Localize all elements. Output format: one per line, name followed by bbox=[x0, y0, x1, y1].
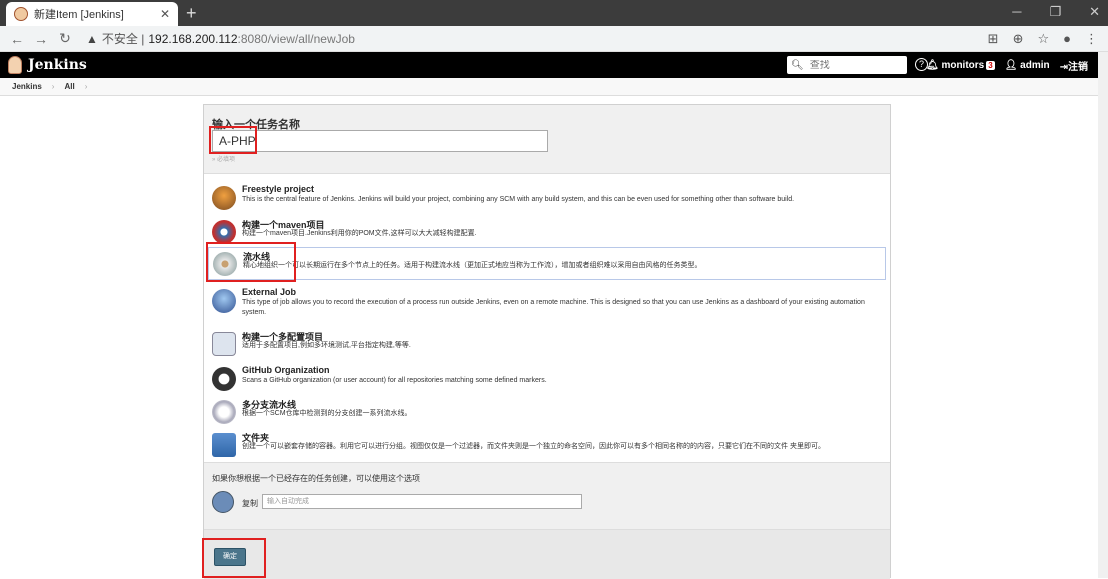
insecure-label: 不安全 | bbox=[101, 32, 145, 46]
search-box[interactable]: 🔍︎ bbox=[787, 56, 907, 74]
item-desc: This is the central feature of Jenkins. … bbox=[242, 196, 795, 203]
user-name: admin bbox=[1020, 60, 1050, 71]
breadcrumb: Jenkins › All › bbox=[0, 78, 1108, 96]
item-title: External Job bbox=[242, 287, 297, 297]
url-path: :8080/view/all/newJob bbox=[237, 31, 355, 46]
bookmark-star-icon[interactable]: ☆ bbox=[1037, 31, 1049, 47]
translate-icon[interactable]: ⊞ bbox=[988, 31, 999, 47]
item-desc: 构建一个maven项目.Jenkins利用你的POM文件,这样可以大大减轻构建配… bbox=[242, 230, 477, 237]
browser-tab-bar: 新建Item [Jenkins] ✕ + ─ ❐ ✕ bbox=[0, 0, 1108, 26]
breadcrumb-all[interactable]: All bbox=[64, 82, 74, 91]
address-bar: ← → ↻ ▲ 不安全 | 192.168.200.112 :8080/view… bbox=[0, 26, 1108, 52]
tab-close-icon[interactable]: ✕ bbox=[160, 7, 170, 21]
close-window-icon[interactable]: ✕ bbox=[1089, 4, 1100, 20]
page-scrollbar[interactable] bbox=[1098, 52, 1108, 578]
job-type-freestyle[interactable]: Freestyle project This is the central fe… bbox=[208, 182, 886, 214]
jenkins-header: Jenkins 🔍︎ ? 🔔︎ monitors3 👤︎ admin ⇥注销 bbox=[0, 52, 1108, 78]
item-desc: This type of job allows you to record th… bbox=[242, 299, 865, 316]
logout-icon: ⇥ bbox=[1059, 62, 1068, 73]
copy-hint: 如果你想根据一个已经存在的任务创建，可以使用这个选项 bbox=[212, 474, 420, 483]
highlight-box-ok bbox=[202, 538, 266, 578]
address-bar-actions: ⊞ ⊕ ☆ ● ⋮ bbox=[988, 31, 1098, 47]
breadcrumb-separator: › bbox=[84, 82, 88, 91]
job-type-external[interactable]: External Job This type of job allows you… bbox=[208, 285, 886, 327]
item-desc: 创建一个可以嵌套存储的容器。利用它可以进行分组。视图仅仅是一个过滤器，而文件夹则… bbox=[242, 443, 825, 450]
forward-icon[interactable]: → bbox=[34, 31, 48, 47]
monitors-link[interactable]: 🔔︎ monitors 3 bbox=[926, 60, 995, 71]
maven-icon bbox=[212, 220, 236, 244]
new-tab-button[interactable]: + bbox=[186, 3, 197, 23]
name-section: 输入一个任务名称 A-PHP » 必填项 bbox=[204, 105, 890, 171]
search-icon: 🔍︎ bbox=[791, 59, 804, 71]
copy-label: 复制 bbox=[242, 499, 258, 508]
highlight-box-name bbox=[209, 126, 257, 154]
freestyle-icon bbox=[212, 186, 236, 210]
zoom-icon[interactable]: ⊕ bbox=[1013, 31, 1024, 47]
logout-link[interactable]: ⇥注销 bbox=[1060, 58, 1088, 73]
item-title: GitHub Organization bbox=[242, 365, 330, 375]
copy-icon bbox=[212, 491, 234, 513]
minimize-icon[interactable]: ─ bbox=[1012, 4, 1021, 20]
job-name-input[interactable]: A-PHP bbox=[212, 130, 548, 152]
warning-icon: ▲ bbox=[86, 31, 98, 46]
job-type-pipeline[interactable]: 流水线 精心地组织一个可以长期运行在多个节点上的任务。适用于构建流水线（更加正式… bbox=[208, 247, 886, 280]
highlight-box-pipeline bbox=[206, 242, 296, 282]
job-type-maven[interactable]: 构建一个maven项目 构建一个maven项目.Jenkins利用你的POM文件… bbox=[208, 216, 886, 248]
jenkins-favicon-icon bbox=[14, 7, 28, 21]
multiconfig-icon bbox=[212, 332, 236, 356]
monitors-badge: 3 bbox=[986, 61, 995, 70]
url-field[interactable]: ▲ 不安全 | 192.168.200.112 :8080/view/all/n… bbox=[86, 30, 355, 47]
url-host: 192.168.200.112 bbox=[148, 31, 238, 46]
job-type-list: Freestyle project This is the central fe… bbox=[204, 173, 890, 463]
browser-tab[interactable]: 新建Item [Jenkins] ✕ bbox=[6, 2, 178, 26]
bell-icon: 🔔︎ bbox=[925, 60, 939, 71]
header-right: 🔔︎ monitors 3 👤︎ admin ⇥注销 bbox=[926, 58, 1088, 73]
jenkins-logo-icon[interactable] bbox=[8, 56, 22, 74]
required-note: » 必填项 bbox=[212, 157, 236, 163]
external-job-icon bbox=[212, 289, 236, 313]
logout-label: 注销 bbox=[1068, 62, 1088, 73]
github-icon bbox=[212, 367, 236, 391]
back-icon[interactable]: ← bbox=[10, 31, 24, 47]
copy-from-input[interactable]: 输入自动完成 bbox=[262, 494, 582, 509]
job-type-multiconfig[interactable]: 构建一个多配置项目 适用于多配置项目,例如多环境测试,平台指定构建,等等. bbox=[208, 328, 886, 360]
job-type-github-org[interactable]: GitHub Organization Scans a GitHub organ… bbox=[208, 363, 886, 395]
maximize-icon[interactable]: ❐ bbox=[1049, 4, 1061, 20]
breadcrumb-jenkins[interactable]: Jenkins bbox=[12, 82, 42, 91]
menu-icon[interactable]: ⋮ bbox=[1085, 31, 1098, 47]
job-type-multibranch[interactable]: 多分支流水线 根据一个SCM仓库中检测到的分支创建一系列流水线。 bbox=[208, 396, 886, 428]
profile-icon[interactable]: ● bbox=[1063, 31, 1071, 47]
monitors-label: monitors bbox=[941, 60, 985, 71]
item-title: Freestyle project bbox=[242, 184, 315, 194]
item-desc: Scans a GitHub organization (or user acc… bbox=[242, 377, 547, 384]
window-controls: ─ ❐ ✕ bbox=[1012, 4, 1100, 20]
new-job-panel: 输入一个任务名称 A-PHP » 必填项 Freestyle project T… bbox=[203, 104, 891, 579]
multibranch-icon bbox=[212, 400, 236, 424]
item-desc: 根据一个SCM仓库中检测到的分支创建一系列流水线。 bbox=[242, 410, 412, 417]
user-link[interactable]: 👤︎ admin bbox=[1005, 60, 1050, 71]
search-input[interactable] bbox=[809, 59, 900, 71]
folder-icon bbox=[212, 433, 236, 457]
form-footer: 确定 bbox=[204, 529, 890, 579]
job-type-folder[interactable]: 文件夹 创建一个可以嵌套存储的容器。利用它可以进行分组。视图仅仅是一个过滤器，而… bbox=[208, 429, 886, 461]
tab-title: 新建Item [Jenkins] bbox=[34, 9, 124, 21]
user-icon: 👤︎ bbox=[1004, 60, 1018, 71]
breadcrumb-separator: › bbox=[51, 82, 55, 91]
item-desc: 精心地组织一个可以长期运行在多个节点上的任务。适用于构建流水线（更加正式地应当称… bbox=[243, 262, 702, 269]
jenkins-title[interactable]: Jenkins bbox=[28, 57, 87, 73]
reload-icon[interactable]: ↻ bbox=[58, 30, 72, 47]
item-desc: 适用于多配置项目,例如多环境测试,平台指定构建,等等. bbox=[242, 342, 411, 349]
